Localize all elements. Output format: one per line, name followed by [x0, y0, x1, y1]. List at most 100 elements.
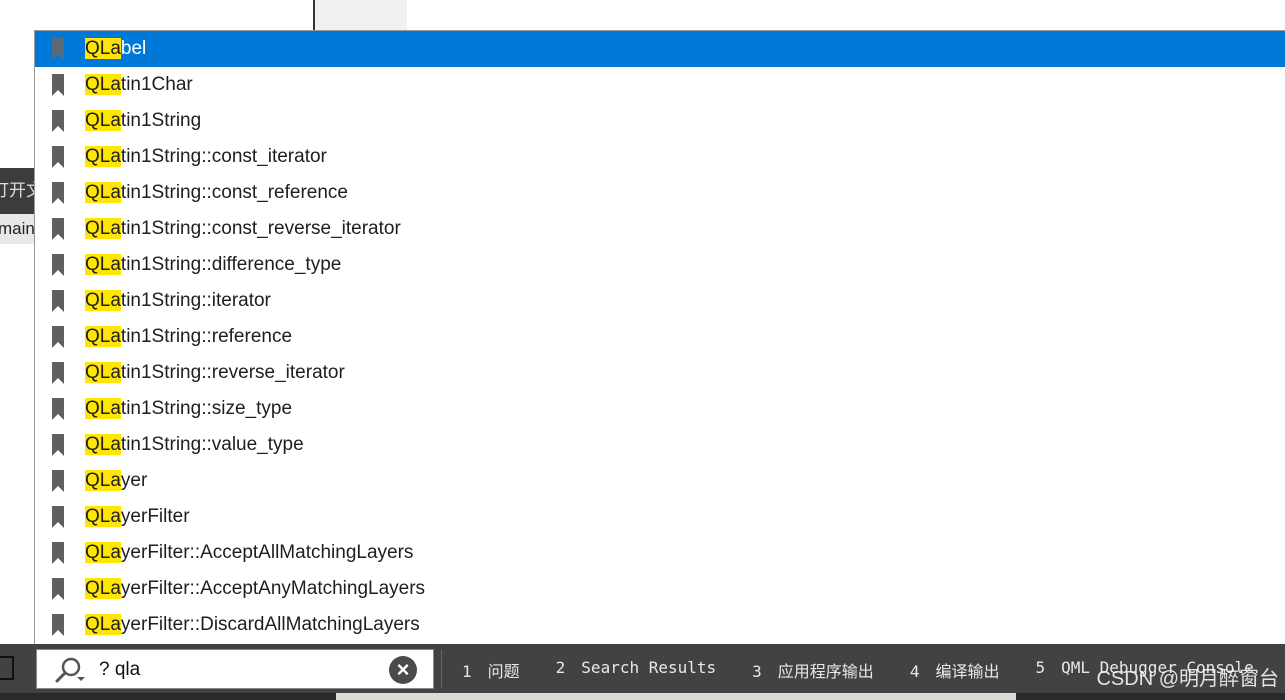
bookmark-icon [52, 398, 64, 420]
completion-item-rest: tin1String::value_type [120, 434, 304, 455]
completion-item[interactable]: QLatin1String::size_type [35, 391, 1285, 427]
bookmark-icon [52, 254, 64, 276]
completion-item-rest: tin1String::iterator [120, 290, 271, 311]
query-match-highlight: QLa [85, 326, 121, 347]
completion-item[interactable]: QLatin1String [35, 103, 1285, 139]
completion-item[interactable]: QLatin1String::reference [35, 319, 1285, 355]
completion-item-rest: yerFilter::DiscardAllMatchingLayers [120, 614, 420, 635]
query-match-highlight: QLa [85, 578, 121, 599]
query-match-highlight: QLa [85, 110, 121, 131]
completion-item-rest: yer [120, 470, 148, 491]
completion-item-label: QLatin1String::reverse_iterator [85, 362, 345, 384]
bookmark-icon [52, 470, 64, 492]
completion-item[interactable]: QLatin1String::iterator [35, 283, 1285, 319]
divider [441, 650, 442, 688]
completion-item[interactable]: QLabel [35, 31, 1285, 67]
output-pane-label: Search Results [581, 658, 717, 677]
completion-item-rest: tin1String [120, 110, 202, 131]
bookmark-icon [52, 182, 64, 204]
query-match-highlight: QLa [85, 290, 121, 311]
sidebar-toggle-button[interactable] [0, 656, 14, 680]
completion-item[interactable]: QLatin1String::difference_type [35, 247, 1285, 283]
bookmark-icon [52, 434, 64, 456]
completion-item-rest: tin1String::const_reverse_iterator [120, 218, 401, 239]
query-match-highlight: QLa [85, 434, 121, 455]
completion-item-label: QLatin1String::size_type [85, 398, 292, 420]
bookmark-icon [52, 74, 64, 96]
completion-item-label: QLatin1String::reference [85, 326, 292, 348]
completion-item-label: QLatin1String::value_type [85, 434, 304, 456]
completion-item[interactable]: QLatin1String::reverse_iterator [35, 355, 1285, 391]
completion-item[interactable]: QLatin1Char [35, 67, 1285, 103]
completion-item-label: QLayerFilter::AcceptAllMatchingLayers [85, 542, 413, 564]
output-pane-tab[interactable]: 4 编译输出 [910, 658, 1000, 682]
bookmark-icon [52, 38, 64, 60]
completion-item-label: QLayer [85, 470, 147, 492]
search-icon [55, 657, 85, 683]
completion-item[interactable]: QLayerFilter [35, 499, 1285, 535]
query-match-highlight: QLa [85, 218, 121, 239]
query-match-highlight: QLa [85, 182, 121, 203]
completion-item-label: QLayerFilter::DiscardAllMatchingLayers [85, 614, 420, 636]
completion-item[interactable]: QLatin1String::const_iterator [35, 139, 1285, 175]
query-match-highlight: QLa [85, 38, 121, 59]
query-match-highlight: QLa [85, 254, 121, 275]
locator-query: ? qla [99, 659, 141, 680]
query-match-highlight: QLa [85, 542, 121, 563]
open-documents-label: 打开文 [0, 181, 34, 200]
query-match-highlight: QLa [85, 362, 121, 383]
output-pane-number: 1 [462, 662, 472, 681]
completion-item-rest: tin1String::const_iterator [120, 146, 327, 167]
editor-divider [313, 0, 315, 30]
bookmark-icon [52, 506, 64, 528]
completion-item[interactable]: QLayerFilter::AcceptAllMatchingLayers [35, 535, 1285, 571]
output-pane-tab[interactable]: 3 应用程序输出 [752, 658, 874, 682]
bookmark-icon [52, 578, 64, 600]
completion-item[interactable]: QLayerFilter::AcceptAnyMatchingLayers [35, 571, 1285, 607]
bookmark-icon [52, 218, 64, 240]
completion-item-rest: yerFilter::AcceptAnyMatchingLayers [120, 578, 426, 599]
completion-item-rest: tin1String::const_reference [120, 182, 348, 203]
clear-icon[interactable]: × [389, 656, 417, 684]
editor-toolbar-fragment [315, 0, 407, 30]
output-pane-tab[interactable]: 1 问题 [462, 658, 520, 682]
completion-item[interactable]: QLatin1String::value_type [35, 427, 1285, 463]
bookmark-icon [52, 146, 64, 168]
completion-item[interactable]: QLatin1String::const_reference [35, 175, 1285, 211]
completion-item-label: QLabel [85, 38, 146, 60]
completion-item-label: QLatin1String [85, 110, 201, 132]
completion-item-rest: tin1String::size_type [120, 398, 293, 419]
completion-item-rest: yerFilter [120, 506, 190, 527]
completion-item-label: QLatin1Char [85, 74, 193, 96]
completion-item[interactable]: QLatin1String::const_reverse_iterator [35, 211, 1285, 247]
status-strip-light [336, 693, 1016, 700]
locator-input[interactable]: ? qla × [36, 649, 434, 689]
completion-item-label: QLayerFilter [85, 506, 190, 528]
completion-list: QLabel QLatin1Char QLatin1String QLatin1Str… [35, 31, 1285, 643]
completion-item-rest: tin1String::reverse_iterator [120, 362, 345, 383]
completion-item-label: QLayerFilter::AcceptAnyMatchingLayers [85, 578, 425, 600]
watermark: CSDN @明月醉窗台 [1096, 668, 1279, 690]
output-pane-tab[interactable]: 2 Search Results [556, 658, 717, 682]
completion-item[interactable]: QLayerFilter::DiscardAllMatchingLayers [35, 607, 1285, 643]
locator-completion-popup: QLabel QLatin1Char QLatin1String QLatin1Str… [34, 30, 1285, 644]
output-pane-number: 3 [752, 662, 762, 681]
output-pane-label: 问题 [487, 662, 520, 681]
open-documents-header: 打开文 [0, 168, 34, 214]
bookmark-icon [52, 362, 64, 384]
query-match-highlight: QLa [85, 398, 121, 419]
query-match-highlight: QLa [85, 74, 121, 95]
completion-item-rest: bel [120, 38, 147, 59]
query-match-highlight: QLa [85, 470, 121, 491]
query-match-highlight: QLa [85, 506, 121, 527]
completion-item-label: QLatin1String::const_reference [85, 182, 348, 204]
completion-item-label: QLatin1String::iterator [85, 290, 271, 312]
bookmark-icon [52, 542, 64, 564]
open-document-item[interactable]: main.c [0, 214, 34, 244]
bookmark-icon [52, 110, 64, 132]
completion-item-label: QLatin1String::const_reverse_iterator [85, 218, 401, 240]
completion-item[interactable]: QLayer [35, 463, 1285, 499]
completion-item-label: QLatin1String::difference_type [85, 254, 341, 276]
bookmark-icon [52, 326, 64, 348]
bookmark-icon [52, 614, 64, 636]
